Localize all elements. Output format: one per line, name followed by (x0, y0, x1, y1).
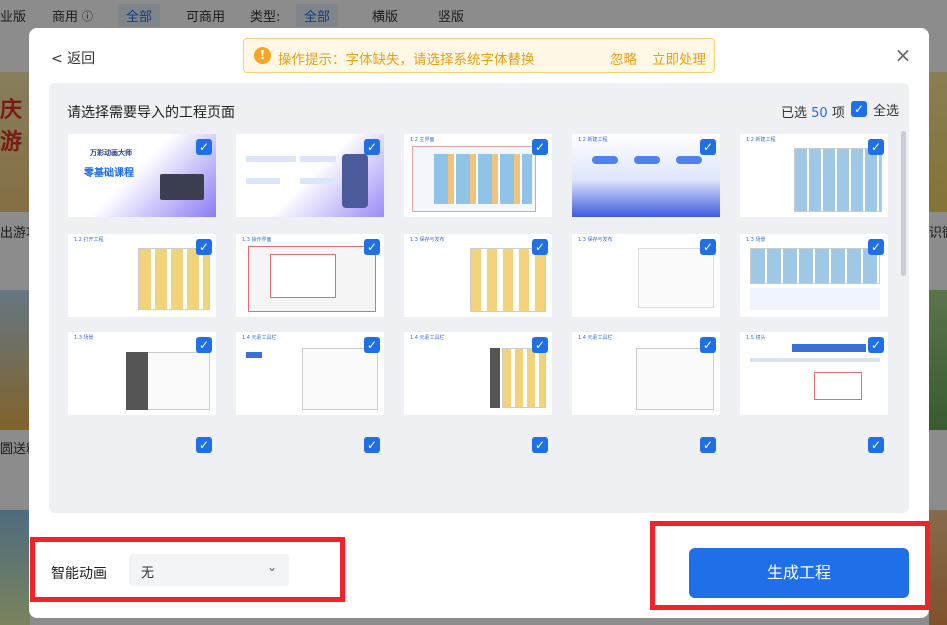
callout-box (814, 372, 862, 400)
template-grid (434, 154, 532, 204)
slide-thumbnail[interactable]: 1.2 打开工程 ✓ (68, 234, 216, 317)
slide-thumbnail[interactable]: 1.3 场景 ✓ (740, 234, 888, 317)
bullet-item (300, 156, 336, 162)
slide-thumbnail[interactable]: 1.5 镜头 ✓ (740, 332, 888, 415)
slide-thumbnail[interactable]: 万彩动画大师 零基础课程 ✓ (68, 134, 216, 217)
select-all-label: 全选 (873, 104, 900, 119)
slide-checkbox[interactable]: ✓ (196, 437, 212, 453)
slide-title: 1.3 场景 (746, 237, 766, 243)
slide-thumbnail[interactable]: 1.3 保存与发布 ✓ (404, 234, 552, 317)
slide-checkbox[interactable]: ✓ (364, 239, 380, 255)
button-shape (592, 156, 618, 164)
selected-count: 已选 50 项 (781, 102, 845, 121)
page-selection-panel: 请选择需要导入的工程页面 已选 50 项 ✓ 全选 万彩动画大师 零基础课程 ✓… (49, 83, 909, 513)
screenshot-frame (750, 248, 880, 284)
screenshot-frame (302, 348, 378, 410)
slide-checkbox[interactable]: ✓ (196, 139, 212, 155)
slide-title: 1.2 主界面 (410, 137, 435, 143)
highlight-box (30, 537, 345, 602)
slide-thumbnail[interactable]: 1.4 元素工具栏 ✓ (572, 332, 720, 415)
label-chip (246, 352, 262, 358)
slide-checkbox[interactable]: ✓ (532, 239, 548, 255)
slide-thumbnail[interactable]: 1.3 保存与发布 ✓ (572, 234, 720, 317)
font-warning-bar: ! 操作提示：字体缺失，请选择系统字体替换 忽略 立即处理 (243, 38, 715, 73)
slide-checkbox[interactable]: ✓ (196, 239, 212, 255)
bullet-item (300, 178, 340, 184)
slide-checkbox[interactable]: ✓ (700, 437, 716, 453)
slide-subtitle: 零基础课程 (84, 168, 134, 179)
button-shape (634, 156, 660, 164)
slide-thumbnail[interactable]: 1.4 元素工具栏 ✓ (236, 332, 384, 415)
panel-title: 请选择需要导入的工程页面 (67, 105, 235, 121)
slide-checkbox[interactable]: ✓ (532, 337, 548, 353)
slide-title: 万彩动画大师 (90, 149, 132, 157)
slide-checkbox[interactable]: ✓ (868, 239, 884, 255)
fix-now-link[interactable]: 立即处理 (652, 48, 706, 68)
dark-panel (126, 352, 148, 410)
slide-thumbnail[interactable]: 1.3 场景 ✓ (68, 332, 216, 415)
slide-title: 1.2 新建工程 (746, 137, 776, 143)
text-block (750, 288, 880, 310)
text-line (750, 358, 880, 362)
slide-checkbox[interactable]: ✓ (364, 337, 380, 353)
slide-checkbox[interactable]: ✓ (364, 437, 380, 453)
screenshot-frame (470, 248, 546, 312)
slide-title: 1.5 镜头 (746, 335, 766, 341)
selected-number: 50 (811, 106, 828, 121)
slide-title: 1.2 打开工程 (74, 237, 104, 243)
slide-checkbox[interactable]: ✓ (196, 337, 212, 353)
button-shape (676, 156, 702, 164)
slide-checkbox[interactable]: ✓ (868, 337, 884, 353)
slide-thumbnail[interactable]: ✓ (236, 134, 384, 217)
screenshot-frame (794, 148, 882, 212)
slide-title: 1.4 元素工具栏 (578, 335, 613, 341)
slide-checkbox[interactable]: ✓ (700, 139, 716, 155)
warning-icon: ! (254, 47, 271, 64)
toolbar-strip (792, 344, 866, 352)
slide-title: 1.3 保存与发布 (410, 237, 445, 243)
selected-prefix: 已选 (781, 106, 808, 121)
screenshot-frame (502, 348, 546, 408)
slide-checkbox[interactable]: ✓ (532, 437, 548, 453)
select-all-checkbox[interactable]: ✓ (851, 101, 867, 117)
slide-title: 1.3 场景 (74, 335, 94, 341)
slide-checkbox[interactable]: ✓ (532, 139, 548, 155)
slide-thumbnail[interactable]: 1.2 新建工程 ✓ (572, 134, 720, 217)
slide-thumbnail[interactable]: 1.4 元素工具栏 ✓ (404, 332, 552, 415)
canvas-area (270, 254, 336, 298)
slide-title: 1.4 元素工具栏 (410, 335, 445, 341)
dark-panel (490, 348, 500, 408)
person-illustration (342, 154, 368, 208)
back-button[interactable]: < 返回 (51, 48, 95, 68)
bullet-item (246, 178, 280, 184)
highlight-box (650, 521, 930, 610)
screenshot-frame (138, 248, 210, 310)
selected-suffix: 项 (831, 106, 845, 121)
slide-checkbox[interactable]: ✓ (700, 337, 716, 353)
warning-text: 操作提示：字体缺失，请选择系统字体替换 (278, 52, 535, 68)
screenshot-frame (638, 248, 714, 308)
slide-title: 1.4 元素工具栏 (242, 335, 277, 341)
slide-thumbnail[interactable]: 1.2 新建工程 ✓ (740, 134, 888, 217)
slide-thumbnail[interactable]: 1.3 操作界面 ✓ (236, 234, 384, 317)
slide-thumbnail[interactable]: 1.2 主界面 ✓ (404, 134, 552, 217)
slide-title: 1.2 新建工程 (578, 137, 608, 143)
ignore-link[interactable]: 忽略 (610, 48, 637, 68)
laptop-illustration (160, 174, 204, 200)
close-icon[interactable]: × (893, 45, 913, 65)
slide-checkbox[interactable]: ✓ (868, 437, 884, 453)
bullet-item (246, 156, 296, 162)
scrollbar[interactable] (901, 131, 906, 276)
slide-checkbox[interactable]: ✓ (868, 139, 884, 155)
slide-title: 1.3 操作界面 (242, 237, 272, 243)
slide-title: 1.3 保存与发布 (578, 237, 613, 243)
slide-checkbox[interactable]: ✓ (364, 139, 380, 155)
screenshot-frame (636, 348, 714, 410)
slide-checkbox[interactable]: ✓ (700, 239, 716, 255)
